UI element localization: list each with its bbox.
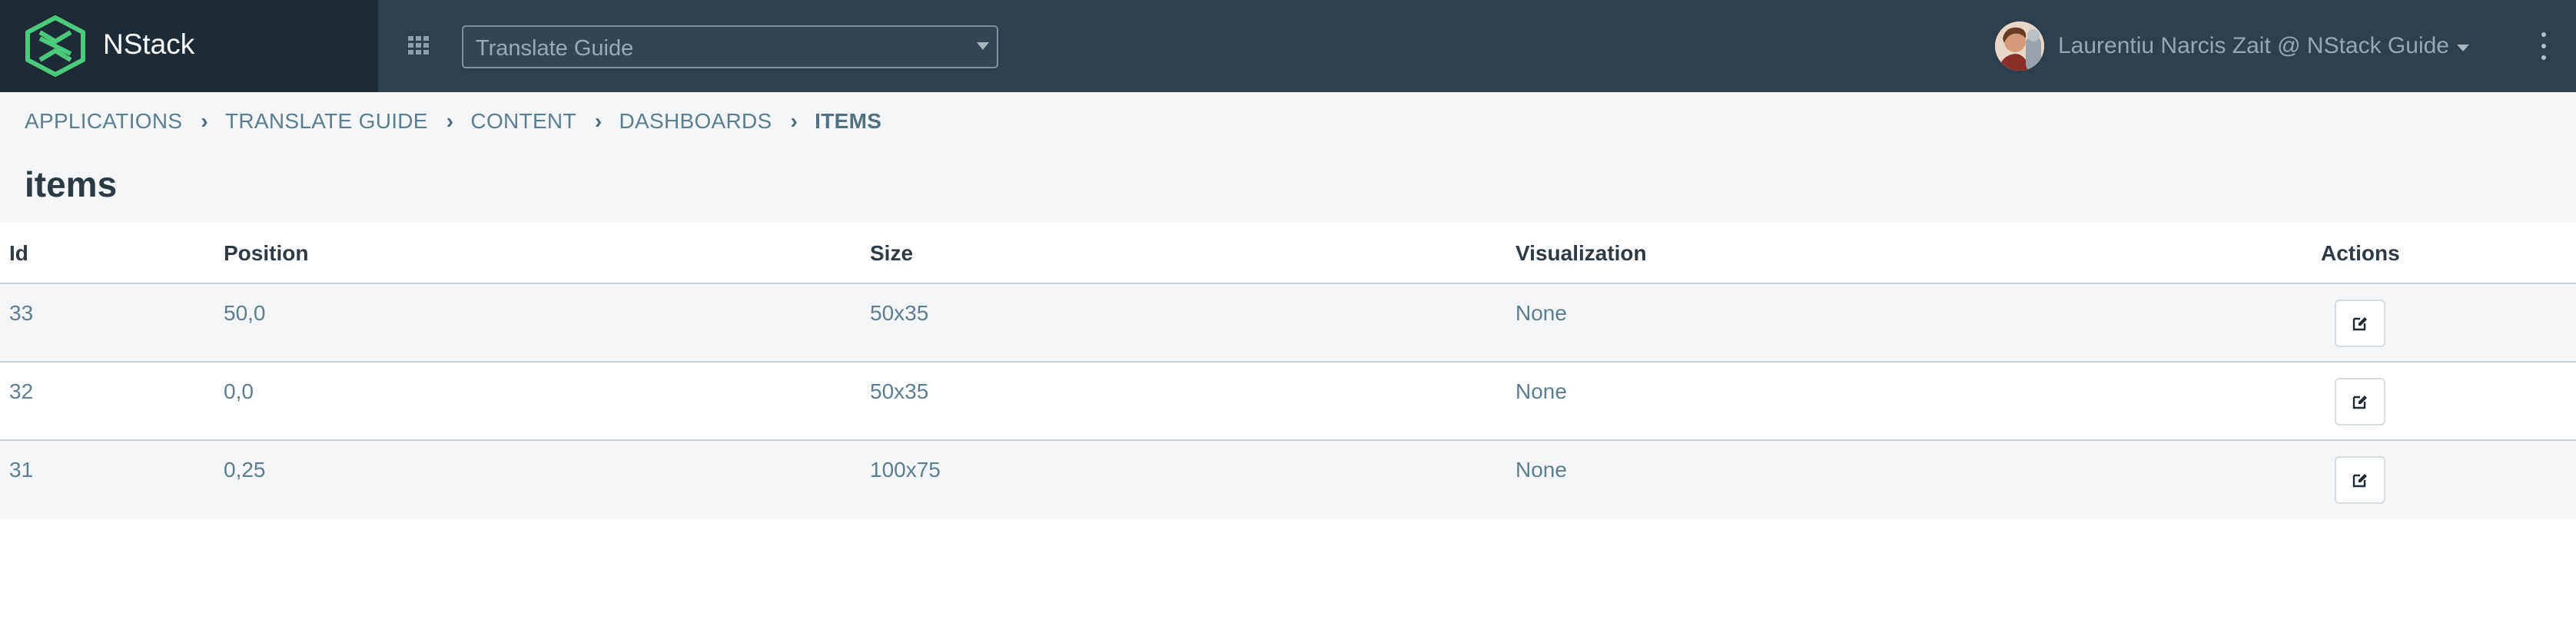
breadcrumb: APPLICATIONS › TRANSLATE GUIDE › CONTENT… (25, 109, 881, 134)
user-name: Laurentiu Narcis Zait @ NStack Guide (2058, 33, 2449, 58)
column-header-actions: Actions (2321, 241, 2400, 265)
chevron-right-icon: › (201, 109, 208, 133)
column-header-size[interactable]: Size (870, 241, 913, 266)
apps-grid-icon[interactable] (406, 32, 432, 58)
application-select-value: Translate Guide (476, 36, 634, 61)
cell-position: 0,0 (224, 379, 254, 403)
cell-visualization: None (1515, 458, 1567, 482)
cell-id[interactable]: 32 (9, 379, 33, 404)
breadcrumb-translate-guide[interactable]: TRANSLATE GUIDE (225, 109, 428, 134)
table-row: 33 50,0 50x35 None (0, 284, 2576, 363)
table-row: 32 0,0 50x35 None (0, 363, 2576, 441)
kebab-menu-icon[interactable] (2535, 32, 2553, 60)
edit-button[interactable] (2335, 456, 2385, 504)
edit-button[interactable] (2335, 300, 2385, 347)
edit-icon (2352, 396, 2367, 409)
user-menu[interactable]: Laurentiu Narcis Zait @ NStack Guide (1995, 22, 2469, 71)
application-select[interactable]: Translate Guide (462, 25, 998, 68)
caret-down-icon (2457, 44, 2469, 51)
cell-id[interactable]: 33 (9, 301, 33, 326)
cell-position: 50,0 (224, 301, 266, 325)
edit-icon (2352, 474, 2367, 488)
column-header-id[interactable]: Id (9, 241, 28, 266)
brand[interactable]: NStack (0, 0, 378, 92)
brand-name: NStack (103, 28, 195, 60)
cell-size: 50x35 (870, 301, 929, 325)
cell-id[interactable]: 31 (9, 458, 33, 482)
top-bar: NStack Translate Guide Laurentiu Narcis … (0, 0, 2576, 92)
edit-icon (2352, 317, 2367, 331)
column-header-position[interactable]: Position (224, 241, 308, 266)
breadcrumb-content[interactable]: CONTENT (470, 109, 576, 134)
table-row: 31 0,25 100x75 None (0, 441, 2576, 519)
page-header: APPLICATIONS › TRANSLATE GUIDE › CONTENT… (0, 92, 2576, 223)
chevron-right-icon: › (446, 109, 454, 133)
table-header: Id Position Size Visualization Actions (0, 223, 2576, 284)
items-table: Id Position Size Visualization Actions 3… (0, 223, 2576, 519)
cell-size: 50x35 (870, 379, 929, 403)
edit-button[interactable] (2335, 378, 2385, 425)
column-header-visualization[interactable]: Visualization (1515, 241, 1647, 266)
nstack-logo-icon (25, 15, 85, 77)
chevron-right-icon: › (594, 109, 603, 133)
cell-size: 100x75 (870, 458, 941, 482)
avatar (1995, 22, 2044, 71)
cell-visualization: None (1515, 379, 1567, 403)
chevron-right-icon: › (790, 109, 798, 133)
breadcrumb-items: ITEMS (815, 109, 882, 133)
cell-visualization: None (1515, 301, 1567, 325)
page-title: items (25, 164, 118, 204)
breadcrumb-applications[interactable]: APPLICATIONS (25, 109, 182, 134)
caret-down-icon (977, 42, 989, 50)
cell-position: 0,25 (224, 458, 266, 482)
breadcrumb-dashboards[interactable]: DASHBOARDS (619, 109, 772, 134)
